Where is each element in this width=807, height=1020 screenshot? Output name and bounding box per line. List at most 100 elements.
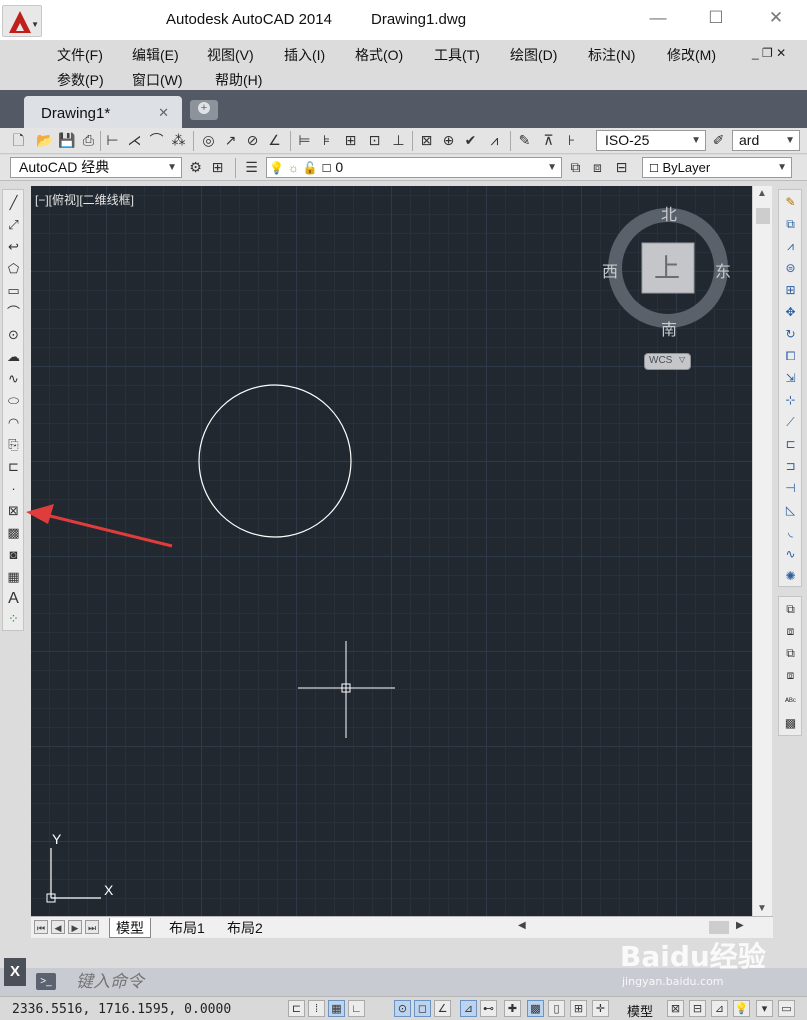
command-input[interactable] — [76, 971, 636, 993]
mdi-window-controls[interactable]: _ ❐ ✕ — [752, 46, 786, 60]
extend-icon[interactable]: ⟋ — [782, 414, 799, 431]
arc-length-icon[interactable]: ⌒ — [148, 132, 165, 149]
menu-format[interactable]: 格式(O) — [355, 45, 403, 65]
menu-dimension[interactable]: 标注(N) — [588, 45, 635, 65]
tab-model[interactable]: 模型 — [109, 918, 151, 938]
model-space-label[interactable]: 模型 — [627, 1001, 653, 1020]
bring-to-front-icon[interactable]: ⧉ — [782, 601, 799, 618]
viewcube-south-label[interactable]: 南 — [661, 316, 677, 340]
scroll-down-icon[interactable]: ▼ — [757, 903, 767, 914]
trim-icon[interactable]: ⊹ — [782, 392, 799, 409]
insert-block-icon[interactable]: ⎘ — [5, 436, 22, 453]
close-command-line-button[interactable]: X — [4, 958, 26, 986]
circle-icon[interactable]: ⊙ — [5, 326, 22, 343]
viewcube-west-label[interactable]: 西 — [602, 258, 618, 282]
polygon-icon[interactable]: ⬠ — [5, 260, 22, 277]
selection-cycling-icon[interactable]: ✛ — [592, 1000, 609, 1017]
menu-tools[interactable]: 工具(T) — [434, 45, 480, 65]
textstyle-select[interactable]: ard ▼ — [732, 130, 800, 151]
clean-screen-icon[interactable]: ▭ — [778, 1000, 795, 1017]
dynamic-input-icon[interactable]: ✚ — [504, 1000, 521, 1017]
new-file-icon[interactable]: 🗋 — [10, 132, 27, 149]
tab-layout1[interactable]: 布局1 — [163, 918, 211, 938]
bring-above-icon[interactable]: ⧉ — [782, 645, 799, 662]
dim-edit-icon[interactable]: ✎ — [516, 132, 533, 149]
blend-curves-icon[interactable]: ∿ — [782, 546, 799, 563]
wcs-menu-button[interactable]: WCS ▽ — [644, 353, 691, 370]
menu-edit[interactable]: 编辑(E) — [132, 45, 179, 65]
line-icon[interactable]: ╱ — [5, 194, 22, 211]
new-tab-button[interactable]: + — [190, 100, 218, 120]
ortho-mode-icon[interactable]: ∟ — [348, 1000, 365, 1017]
make-block-icon[interactable]: ⊏ — [5, 458, 22, 475]
jogged-linear-icon[interactable]: ⩘ — [486, 132, 503, 149]
text-to-front-icon[interactable]: ᴬᴮᶜ — [782, 693, 799, 710]
menu-view[interactable]: 视图(V) — [207, 45, 254, 65]
layer-select[interactable]: 💡 ☼ 🔓 ☐ 0 ▼ — [266, 157, 562, 178]
make-current-layer-icon[interactable]: ⧉ — [567, 159, 584, 176]
infer-constraints-icon[interactable]: ⊏ — [288, 1000, 305, 1017]
first-layout-icon[interactable]: ⏮ — [34, 920, 48, 934]
mirror-icon[interactable]: ⩘ — [782, 238, 799, 255]
viewcube-east-label[interactable]: 东 — [715, 258, 731, 282]
join-icon[interactable]: ⊣ — [782, 480, 799, 497]
send-under-icon[interactable]: ⧈ — [782, 667, 799, 684]
coordinates-readout[interactable]: 2336.5516, 1716.1595, 0.0000 — [12, 1002, 231, 1017]
dynamic-ucs-icon[interactable]: ⊷ — [480, 1000, 497, 1017]
quick-view-layouts-icon[interactable]: ⊠ — [667, 1000, 684, 1017]
move-icon[interactable]: ✥ — [782, 304, 799, 321]
radius-dim-icon[interactable]: ◎ — [200, 132, 217, 149]
break-at-point-icon[interactable]: ⊏ — [782, 436, 799, 453]
dim-space-icon[interactable]: ⊡ — [366, 132, 383, 149]
quick-view-drawings-icon[interactable]: ⊟ — [689, 1000, 706, 1017]
workspace-select[interactable]: AutoCAD 经典 ▼ — [10, 157, 182, 178]
ellipse-icon[interactable]: ⬭ — [5, 392, 22, 409]
offset-icon[interactable]: ⊜ — [782, 260, 799, 277]
close-tab-icon[interactable]: ✕ — [158, 105, 169, 121]
tab-drawing1[interactable]: Drawing1* ✕ — [24, 96, 182, 128]
center-mark-icon[interactable]: ⊕ — [440, 132, 457, 149]
break-icon[interactable]: ⊐ — [782, 458, 799, 475]
chamfer-icon[interactable]: ◺ — [782, 502, 799, 519]
region-icon[interactable]: ◙ — [5, 546, 22, 563]
layer-previous-icon[interactable]: ⧈ — [589, 159, 606, 176]
arc-icon[interactable]: ⌒ — [5, 304, 22, 321]
grid-display-icon[interactable]: ▦ — [328, 1000, 345, 1017]
menu-help[interactable]: 帮助(H) — [215, 70, 262, 90]
rectangle-icon[interactable]: ▭ — [5, 282, 22, 299]
diameter-dim-icon[interactable]: ⊘ — [244, 132, 261, 149]
ordinate-dim-icon[interactable]: ⁂ — [170, 132, 187, 149]
close-window-button[interactable]: ✕ — [761, 8, 791, 28]
menu-parametric[interactable]: 参数(P) — [57, 70, 104, 90]
table-icon[interactable]: ▦ — [5, 568, 22, 585]
angular-dim-icon[interactable]: ∠ — [266, 132, 283, 149]
status-menu-icon[interactable]: ▾ — [756, 1000, 773, 1017]
snap-mode-icon[interactable]: ⁞ — [308, 1000, 325, 1017]
dim-update-icon[interactable]: ⊦ — [563, 132, 580, 149]
object-snap-icon[interactable]: ◻ — [414, 1000, 431, 1017]
jogged-dim-icon[interactable]: ↗ — [222, 132, 239, 149]
maximize-button[interactable]: ☐ — [701, 8, 731, 28]
send-to-back-icon[interactable]: ⧈ — [782, 623, 799, 640]
workspace-settings-gear-icon[interactable]: ⚙ — [187, 159, 204, 176]
hatch-to-back-icon[interactable]: ▩ — [782, 715, 799, 732]
inspect-icon[interactable]: ✔ — [462, 132, 479, 149]
vertical-scrollbar[interactable]: ▲ ▼ — [752, 186, 772, 916]
scroll-right-icon[interactable]: ▶ — [736, 920, 744, 931]
linear-dim-icon[interactable]: ⊢ — [104, 132, 121, 149]
menu-insert[interactable]: 插入(I) — [284, 45, 325, 65]
application-menu-button[interactable]: ▼ — [2, 5, 42, 37]
add-selected-icon[interactable]: ⁘ — [5, 610, 22, 627]
spline-icon[interactable]: ∿ — [5, 370, 22, 387]
scroll-thumb[interactable] — [756, 208, 770, 224]
menu-draw[interactable]: 绘图(D) — [510, 45, 557, 65]
previous-layout-icon[interactable]: ◀ — [51, 920, 65, 934]
lightbulb-icon[interactable]: 💡 — [733, 1000, 750, 1017]
tab-layout2[interactable]: 布局2 — [221, 918, 269, 938]
dimstyle-select[interactable]: ISO-25 ▼ — [596, 130, 706, 151]
aligned-dim-icon[interactable]: ⋌ — [126, 132, 143, 149]
lineweight-icon[interactable]: ▩ — [527, 1000, 544, 1017]
viewcube-north-label[interactable]: 北 — [661, 201, 677, 225]
object-snap-tracking-icon[interactable]: ⊿ — [460, 1000, 477, 1017]
command-prompt-icon[interactable]: >_ — [36, 973, 56, 990]
